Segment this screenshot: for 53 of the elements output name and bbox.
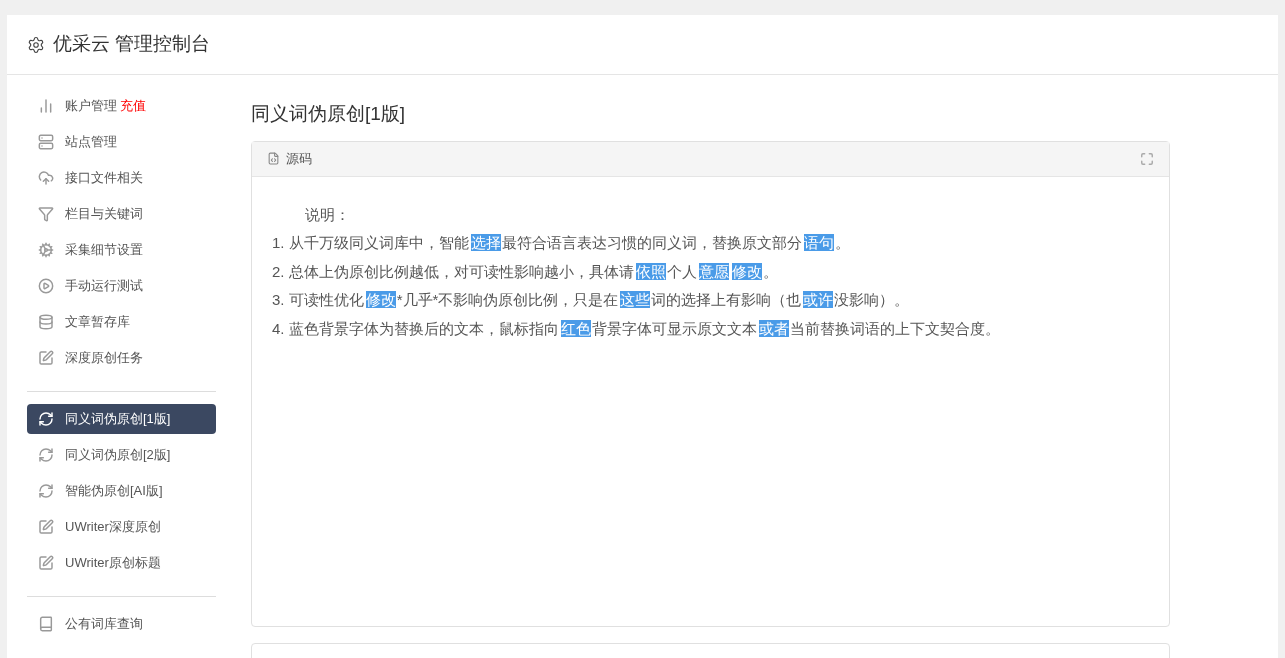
instruction-line: 4. 蓝色背景字体为替换后的文本，鼠标指向 红色背景字体可显示原文文本或者当前替换词语的上下文契合度。 — [272, 318, 1000, 339]
filter-icon — [38, 206, 54, 222]
code-file-icon — [267, 152, 280, 165]
sidebar-item[interactable]: 采集细节设置 — [27, 235, 216, 265]
source-tab[interactable]: 源码 — [286, 148, 312, 169]
edit-icon — [38, 555, 54, 571]
sidebar-item[interactable]: 同义词伪原创[1版] — [27, 404, 216, 434]
sidebar-item[interactable]: 接口文件相关 — [27, 163, 216, 193]
sidebar-item[interactable]: 站点管理 — [27, 127, 216, 157]
sidebar-item-label: UWriter深度原创 — [65, 518, 161, 537]
sidebar-item[interactable]: 文章暂存库 — [27, 307, 216, 337]
sidebar-item-label: 栏目与关键词 — [65, 205, 143, 224]
sidebar-item[interactable]: UWriter原创标题 — [27, 548, 216, 578]
sidebar-item[interactable]: UWriter深度原创 — [27, 512, 216, 542]
sidebar-item[interactable]: 公有词库查询 — [27, 609, 216, 639]
refresh-icon — [38, 483, 54, 499]
sidebar-item-label: UWriter原创标题 — [65, 554, 161, 573]
server-icon — [38, 134, 54, 150]
sidebar-item-label: 文章暂存库 — [65, 313, 130, 332]
sidebar-item[interactable]: 同义词伪原创[2版] — [27, 440, 216, 470]
sidebar-item-label: 深度原创任务 — [65, 349, 143, 368]
sidebar-item-label: 同义词伪原创[1版] — [65, 410, 171, 429]
sidebar-item-label: 公有词库查询 — [65, 615, 143, 634]
intro-label: 说明： — [304, 204, 350, 225]
play-icon — [38, 278, 54, 294]
sidebar-item-label: 接口文件相关 — [65, 169, 143, 188]
instruction-line: 2. 总体上伪原创比例越低，对可读性影响越小，具体请依照个人意愿 修改。 — [272, 261, 778, 282]
sidebar-item-label: 站点管理 — [65, 133, 117, 152]
edit-icon — [38, 350, 54, 366]
sidebar-item[interactable]: 账户管理 充值 — [27, 91, 216, 121]
sidebar-item-label: 账户管理 — [65, 97, 117, 116]
book-icon — [38, 616, 54, 632]
page-title: 同义词伪原创[1版] — [251, 102, 407, 126]
edit-icon — [38, 519, 54, 535]
sidebar-item[interactable]: 手动运行测试 — [27, 271, 216, 301]
refresh-icon — [38, 411, 54, 427]
sidebar-item-label: 同义词伪原创[2版] — [65, 446, 171, 465]
sidebar-item-label: 智能伪原创[AI版] — [65, 482, 163, 501]
fullscreen-icon[interactable] — [1140, 151, 1154, 166]
sidebar-item[interactable]: 智能伪原创[AI版] — [27, 476, 216, 506]
sidebar-item-label: 采集细节设置 — [65, 241, 143, 260]
sidebar-item[interactable]: 栏目与关键词 — [27, 199, 216, 229]
bar-chart-icon — [38, 98, 54, 114]
database-icon — [38, 314, 54, 330]
sidebar-item[interactable]: 深度原创任务 — [27, 343, 216, 373]
recharge-link[interactable]: 充值 — [120, 96, 146, 116]
instruction-line: 1. 从千万级同义词库中，智能选择最符合语言表达习惯的同义词，替换原文部分语句。 — [272, 233, 850, 253]
sidebar-item-label: 手动运行测试 — [65, 277, 143, 296]
console-title: 优采云 管理控制台 — [53, 32, 211, 57]
cloud-upload-icon — [38, 170, 54, 186]
refresh-icon — [38, 447, 54, 463]
instruction-line: 3. 可读性优化修改*几乎*不影响伪原创比例，只是在这些词的选择上有影响（也或许没影响）。 — [272, 290, 910, 310]
settings-icon — [27, 35, 45, 54]
